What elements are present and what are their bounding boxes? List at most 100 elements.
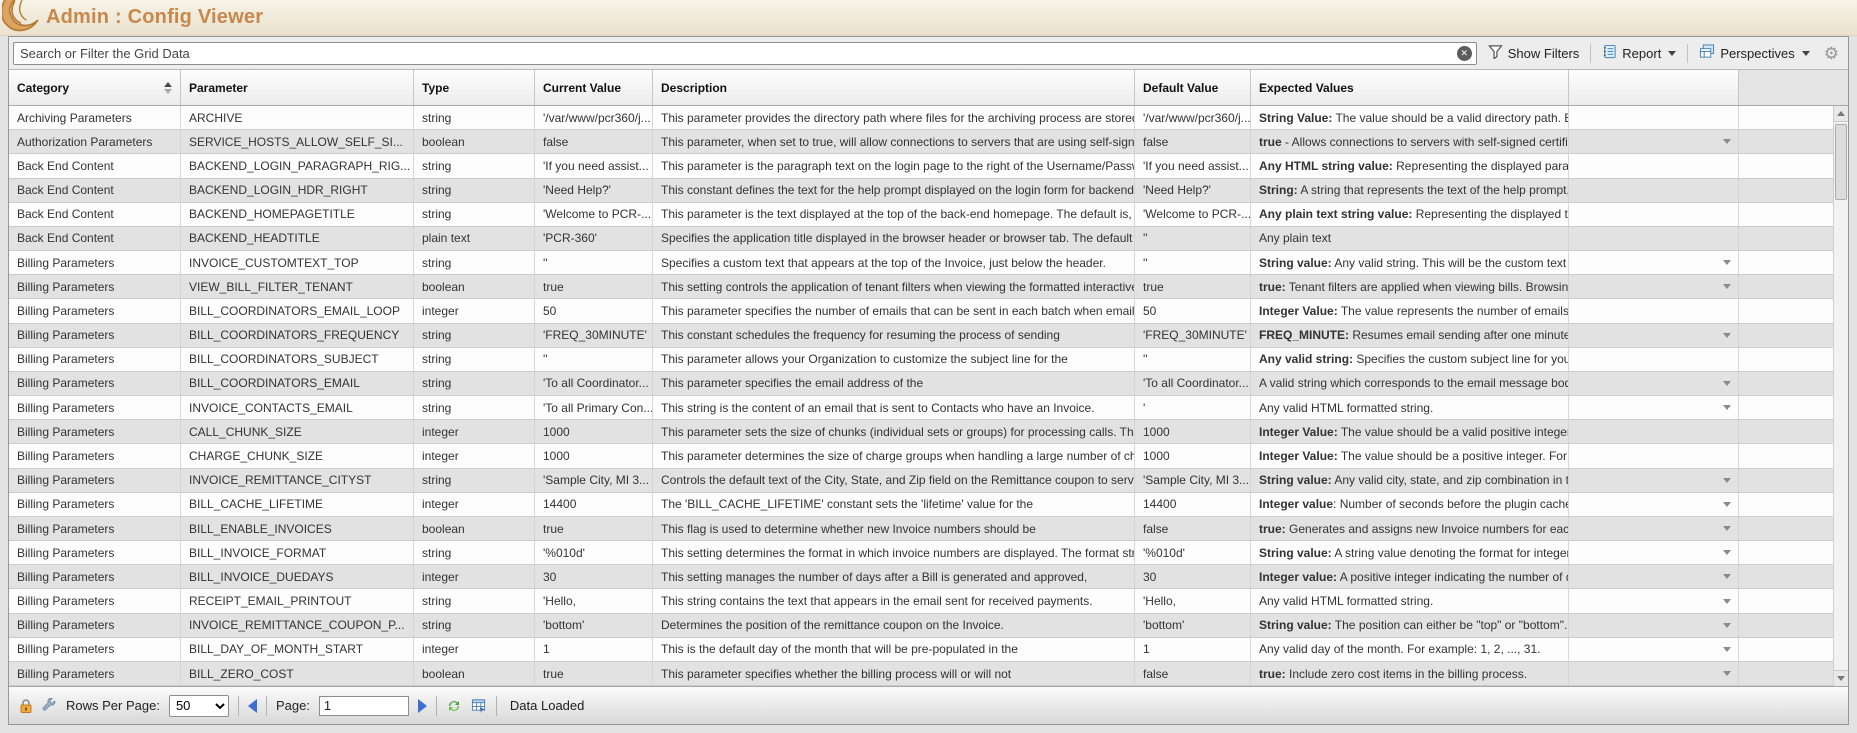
next-page-button[interactable] [418,699,427,713]
column-header-parameter[interactable]: Parameter [181,70,414,105]
row-expand-icon[interactable] [1723,260,1731,265]
table-row[interactable]: Billing ParametersINVOICE_REMITTANCE_CIT… [9,469,1833,493]
cell-parameter: CALL_CHUNK_SIZE [181,420,414,443]
perspectives-button[interactable]: Perspectives [1695,42,1813,64]
table-row[interactable]: Authorization ParametersSERVICE_HOSTS_AL… [9,130,1833,154]
row-expand-icon[interactable] [1723,671,1731,676]
table-row[interactable]: Billing ParametersINVOICE_CONTACTS_EMAIL… [9,396,1833,420]
row-expand-icon[interactable] [1723,502,1731,507]
cell-extra [1569,130,1739,153]
cell-filler [1739,179,1833,202]
row-expand-icon[interactable] [1723,478,1731,483]
cell-category: Billing Parameters [9,614,181,637]
table-row[interactable]: Billing ParametersBILL_DAY_OF_MONTH_STAR… [9,638,1833,662]
cell-type: plain text [414,227,535,250]
table-row[interactable]: Billing ParametersBILL_INVOICE_DUEDAYSin… [9,565,1833,589]
table-row[interactable]: Billing ParametersBILL_ZERO_COSTbooleant… [9,662,1833,686]
cell-filler [1739,493,1833,516]
row-expand-icon[interactable] [1723,381,1731,386]
cell-default: '' [1135,227,1251,250]
cell-default: false [1135,130,1251,153]
clear-search-icon[interactable]: ✕ [1457,46,1472,61]
cell-type: integer [414,493,535,516]
table-row[interactable]: Billing ParametersRECEIPT_EMAIL_PRINTOUT… [9,589,1833,613]
table-row[interactable]: Billing ParametersBILL_COORDINATORS_EMAI… [9,372,1833,396]
cell-filler [1739,662,1833,685]
table-row[interactable]: Billing ParametersBILL_INVOICE_FORMATstr… [9,541,1833,565]
column-header-expected-values[interactable]: Expected Values [1251,70,1569,105]
row-expand-icon[interactable] [1723,284,1731,289]
cell-filler [1739,203,1833,226]
column-header-current-value[interactable]: Current Value [535,70,653,105]
wrench-icon[interactable] [42,698,57,713]
cell-type: integer [414,420,535,443]
page-number-input[interactable] [319,696,409,716]
table-row[interactable]: Billing ParametersBILL_CACHE_LIFETIMEint… [9,493,1833,517]
cell-description: This setting controls the application of… [653,275,1135,298]
column-header-extra [1569,70,1739,105]
table-row[interactable]: Back End ContentBACKEND_HEADTITLEplain t… [9,227,1833,251]
row-expand-icon[interactable] [1723,623,1731,628]
cell-description: Specifies a custom text that appears at … [653,251,1135,274]
table-row[interactable]: Billing ParametersINVOICE_CUSTOMTEXT_TOP… [9,251,1833,275]
cell-extra [1569,324,1739,347]
cell-parameter: BILL_COORDINATORS_SUBJECT [181,348,414,371]
row-expand-icon[interactable] [1723,526,1731,531]
table-row[interactable]: Billing ParametersBILL_COORDINATORS_SUBJ… [9,348,1833,372]
column-header-type[interactable]: Type [414,70,535,105]
cell-category: Authorization Parameters [9,130,181,153]
scroll-up-button[interactable] [1834,106,1848,122]
scrollbar-thumb[interactable] [1835,124,1847,200]
cell-extra [1569,444,1739,467]
column-header-default-value[interactable]: Default Value [1135,70,1251,105]
status-text: Data Loaded [510,698,584,713]
settings-gear-icon[interactable]: ⚙ [1821,45,1842,62]
cell-extra [1569,275,1739,298]
cell-extra [1569,638,1739,661]
cell-expected-values: String value: The position can either be… [1251,614,1569,637]
cell-current: '/var/www/pcr360/j... [535,106,653,129]
row-expand-icon[interactable] [1723,574,1731,579]
cell-description: This constant defines the text for the h… [653,179,1135,202]
table-row[interactable]: Billing ParametersBILL_COORDINATORS_EMAI… [9,299,1833,323]
perspectives-icon [1699,44,1715,62]
cell-description: This parameter allows your Organization … [653,348,1135,371]
column-header-category[interactable]: Category [9,70,181,105]
report-button[interactable]: Report [1598,42,1680,64]
lock-icon[interactable] [19,698,33,714]
row-expand-icon[interactable] [1723,599,1731,604]
cell-expected-values: Any valid day of the month. For example:… [1251,638,1569,661]
table-row[interactable]: Billing ParametersCHARGE_CHUNK_SIZEinteg… [9,444,1833,468]
table-row[interactable]: Billing ParametersCALL_CHUNK_SIZEinteger… [9,420,1833,444]
cell-extra [1569,227,1739,250]
show-filters-button[interactable]: Show Filters [1484,42,1584,64]
grid-rows: Archiving ParametersARCHIVEstring'/var/w… [9,106,1833,686]
previous-page-button[interactable] [248,699,257,713]
scroll-down-button[interactable] [1834,670,1848,686]
row-expand-icon[interactable] [1723,405,1731,410]
table-row[interactable]: Billing ParametersVIEW_BILL_FILTER_TENAN… [9,275,1833,299]
cell-current: 'Welcome to PCR-... [535,203,653,226]
table-row[interactable]: Billing ParametersINVOICE_REMITTANCE_COU… [9,614,1833,638]
table-row[interactable]: Billing ParametersBILL_ENABLE_INVOICESbo… [9,517,1833,541]
cell-filler [1739,565,1833,588]
cell-description: This setting determines the format in wh… [653,541,1135,564]
table-row[interactable]: Back End ContentBACKEND_LOGIN_HDR_RIGHTs… [9,179,1833,203]
table-row[interactable]: Back End ContentBACKEND_LOGIN_PARAGRAPH_… [9,154,1833,178]
cell-expected-values: Any plain text string value: Representin… [1251,203,1569,226]
export-grid-button[interactable] [471,698,487,713]
cell-filler [1739,638,1833,661]
vertical-scrollbar[interactable] [1833,106,1848,686]
table-row[interactable]: Archiving ParametersARCHIVEstring'/var/w… [9,106,1833,130]
row-expand-icon[interactable] [1723,647,1731,652]
row-expand-icon[interactable] [1723,333,1731,338]
cell-type: boolean [414,130,535,153]
table-row[interactable]: Back End ContentBACKEND_HOMEPAGETITLEstr… [9,203,1833,227]
refresh-button[interactable] [446,698,462,714]
row-expand-icon[interactable] [1723,550,1731,555]
column-header-description[interactable]: Description [653,70,1135,105]
rows-per-page-select[interactable]: 50 [169,695,229,717]
table-row[interactable]: Billing ParametersBILL_COORDINATORS_FREQ… [9,324,1833,348]
row-expand-icon[interactable] [1723,139,1731,144]
search-input[interactable] [13,42,1477,65]
